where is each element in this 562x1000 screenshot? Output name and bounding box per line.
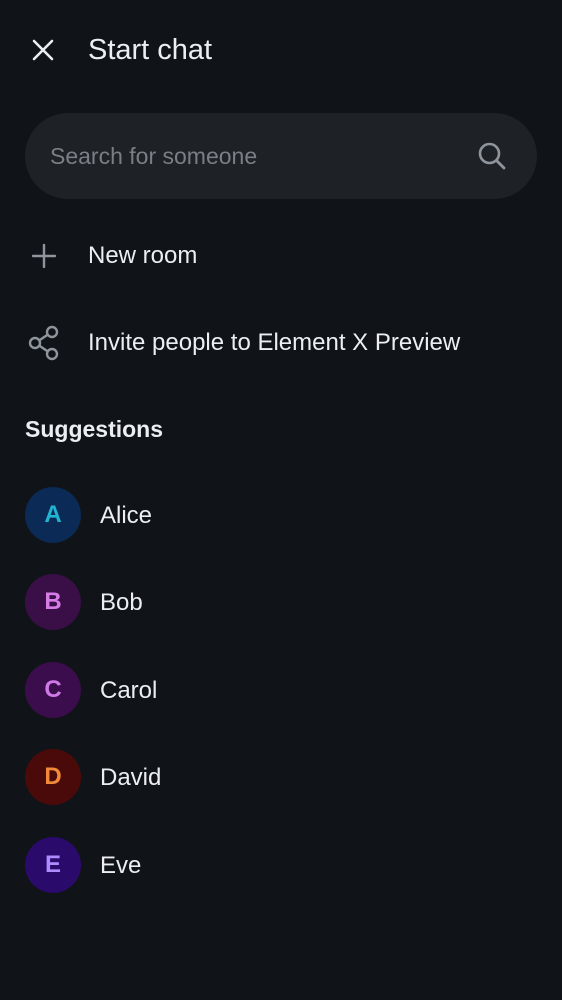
user-name: Bob: [100, 589, 143, 616]
search-input[interactable]: [50, 113, 470, 199]
avatar: E: [25, 837, 81, 893]
avatar: B: [25, 574, 81, 630]
user-name: Eve: [100, 852, 142, 879]
invite-people-label: Invite people to Element X Preview: [88, 329, 461, 356]
user-name: David: [100, 764, 162, 791]
user-name: Carol: [100, 677, 158, 704]
top-app-bar: Start chat: [0, 0, 562, 100]
invite-people-button[interactable]: Invite people to Element X Preview: [0, 303, 562, 383]
avatar: D: [25, 749, 81, 805]
suggestion-item-bob[interactable]: B Bob: [0, 559, 562, 646]
close-button[interactable]: [20, 27, 66, 73]
plus-icon: [26, 238, 62, 274]
avatar: C: [25, 662, 81, 718]
suggestion-item-alice[interactable]: A Alice: [0, 472, 562, 559]
suggestion-item-david[interactable]: D David: [0, 734, 562, 821]
new-room-button[interactable]: New room: [0, 216, 562, 296]
user-name: Alice: [100, 502, 153, 529]
share-icon: [26, 325, 62, 361]
suggestions-heading: Suggestions: [25, 416, 164, 442]
suggestion-item-carol[interactable]: C Carol: [0, 647, 562, 734]
new-room-label: New room: [88, 242, 198, 269]
search-bar[interactable]: [25, 113, 537, 199]
avatar: A: [25, 487, 81, 543]
page-title: Start chat: [88, 34, 213, 66]
close-icon: [32, 39, 54, 61]
search-icon[interactable]: [477, 141, 507, 171]
suggestion-item-eve[interactable]: E Eve: [0, 822, 562, 909]
